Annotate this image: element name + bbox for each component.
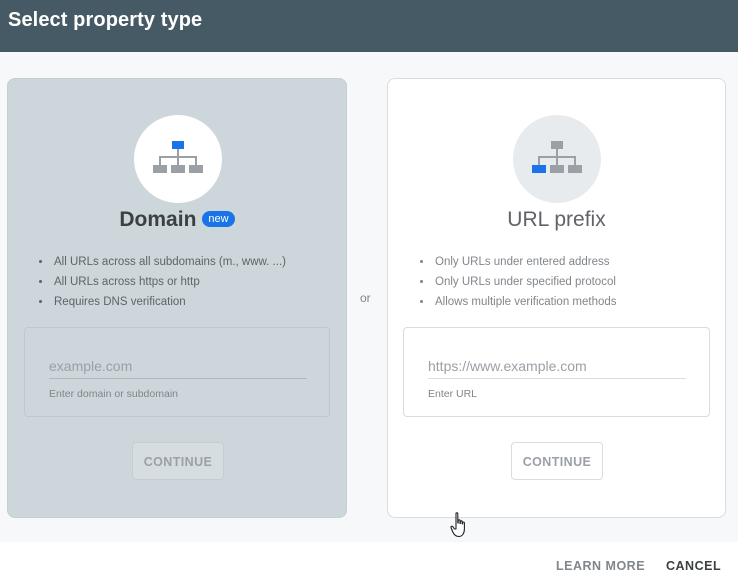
feature-item: All URLs across all subdomains (m., www.… [52,252,286,272]
domain-icon-circle [134,115,222,203]
feature-item: Requires DNS verification [52,292,286,312]
url-continue-button[interactable]: CONTINUE [511,442,603,480]
dialog-header: Select property type [0,0,738,52]
url-prefix-card-title: URL prefix [507,208,606,231]
url-input-box: Enter URL [403,327,710,417]
feature-item: Only URLs under specified protocol [433,272,617,292]
url-prefix-feature-list: Only URLs under entered address Only URL… [419,252,617,312]
or-separator: or [360,291,371,305]
sitemap-icon [532,141,582,173]
dialog-footer: LEARN MORE CANCEL [0,542,738,583]
url-input[interactable] [428,354,686,379]
hand-pointer-icon [450,512,465,538]
domain-input-box: Enter domain or subdomain [24,327,330,417]
domain-card-title: Domain [119,208,197,231]
domain-continue-button[interactable]: CONTINUE [132,442,224,480]
feature-item: Allows multiple verification methods [433,292,617,312]
sitemap-icon [153,141,203,173]
url-prefix-card[interactable]: URL prefix Only URLs under entered addre… [387,78,726,518]
domain-feature-list: All URLs across all subdomains (m., www.… [38,252,286,312]
domain-input[interactable] [49,354,307,379]
learn-more-button[interactable]: LEARN MORE [556,559,645,573]
dialog-title: Select property type [8,9,203,31]
cancel-button[interactable]: CANCEL [666,559,721,573]
url-prefix-icon-circle [513,115,601,203]
dialog-content: Domain new All URLs across all subdomain… [0,52,738,542]
url-input-helper: Enter URL [428,388,478,400]
domain-input-helper: Enter domain or subdomain [49,388,178,400]
new-badge: new [202,211,235,227]
feature-item: Only URLs under entered address [433,252,617,272]
domain-card-title-row: Domain new [8,208,346,232]
feature-item: All URLs across https or http [52,272,286,292]
domain-card[interactable]: Domain new All URLs across all subdomain… [7,78,347,518]
